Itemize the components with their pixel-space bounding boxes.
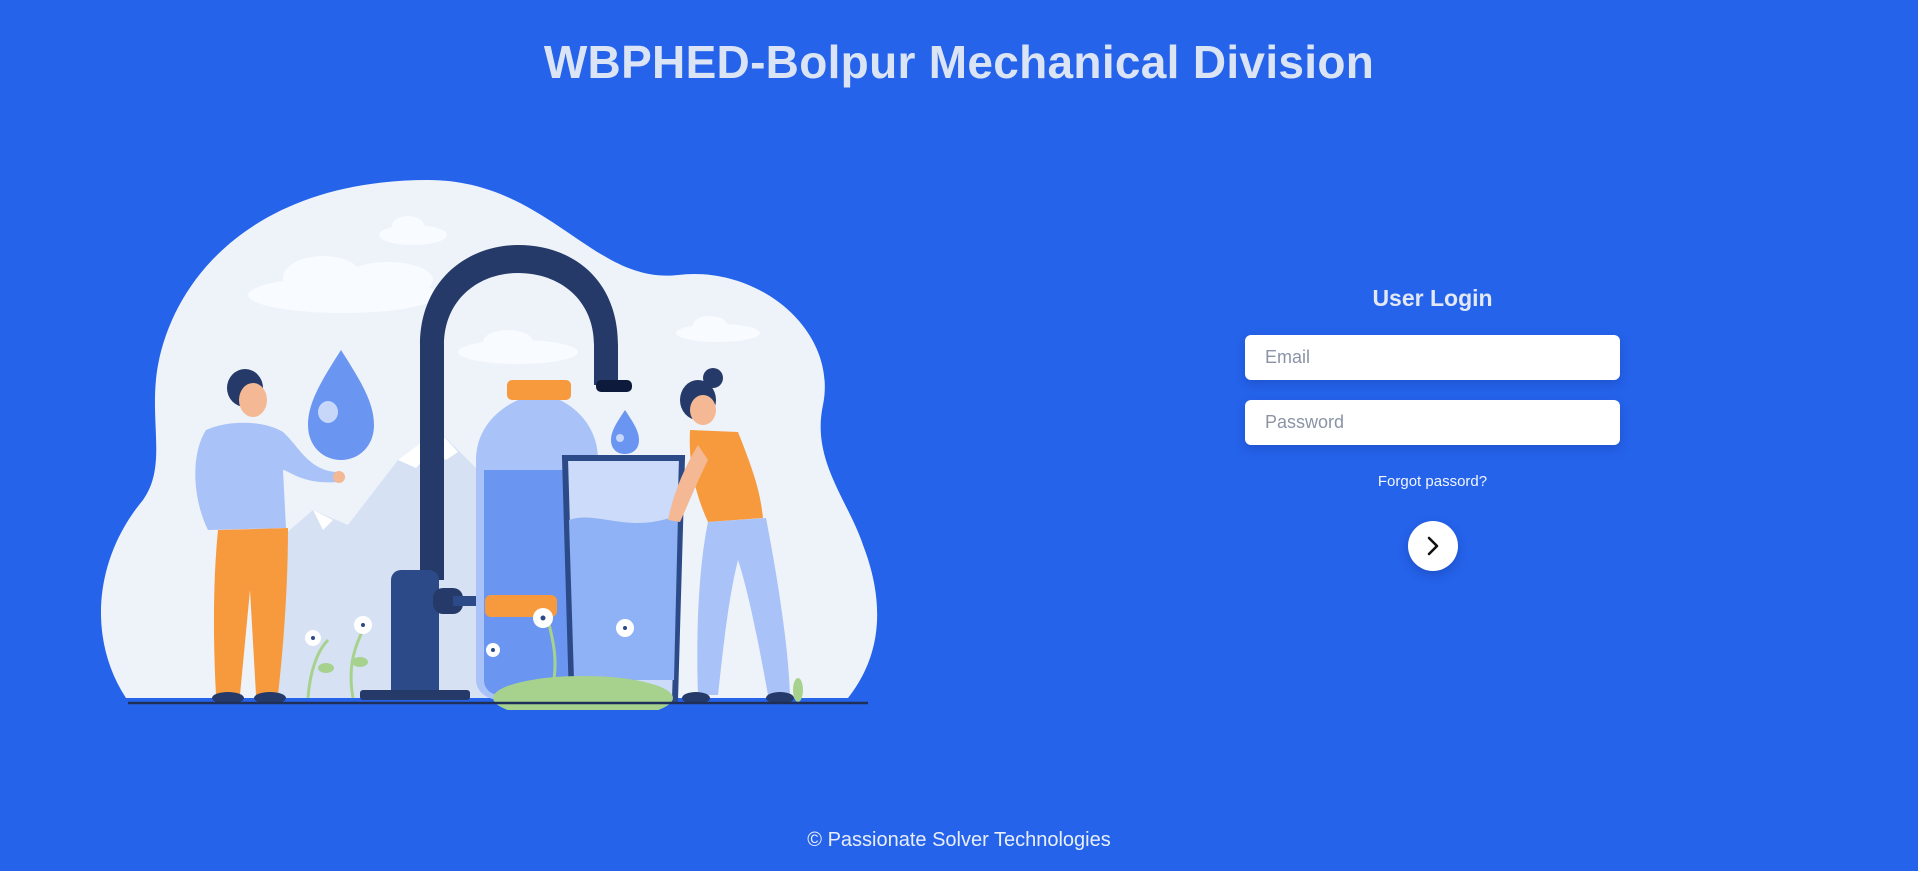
forgot-password-link[interactable]: Forgot passord?: [1245, 473, 1620, 490]
login-page: WBPHED-Bolpur Mechanical Division User L…: [0, 0, 1918, 871]
footer-copyright: © Passionate Solver Technologies: [807, 829, 1111, 851]
site-title: WBPHED-Bolpur Mechanical Division: [543, 35, 1375, 88]
water-tap-illustration: [98, 170, 878, 720]
password-input[interactable]: [1245, 400, 1620, 445]
chevron-right-icon: [1427, 536, 1438, 556]
email-input[interactable]: [1245, 335, 1620, 380]
login-title: User Login: [1372, 285, 1493, 311]
login-submit-button[interactable]: [1407, 521, 1458, 571]
login-form: User Login Forgot passord?: [1245, 285, 1620, 571]
